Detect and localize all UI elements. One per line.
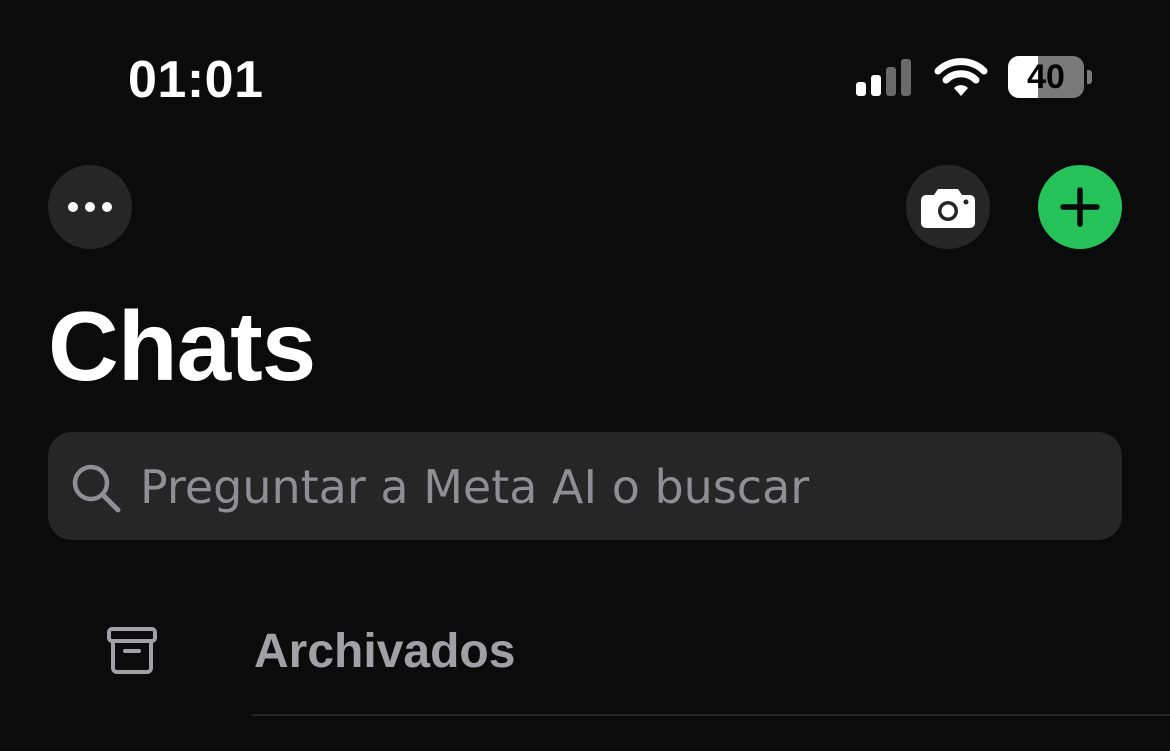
search-input[interactable] [140, 452, 1100, 522]
archived-row[interactable]: Archivados [0, 600, 1170, 710]
more-options-button[interactable] [48, 165, 132, 249]
page-title: Chats [48, 291, 316, 401]
divider [252, 714, 1170, 716]
archived-label: Archivados [254, 625, 516, 678]
wifi-icon [934, 58, 988, 96]
battery-cap [1087, 70, 1092, 84]
archive-icon [107, 627, 157, 674]
search-icon [72, 464, 121, 513]
new-chat-button[interactable] [1038, 165, 1122, 249]
camera-icon [921, 189, 975, 228]
plus-icon [1060, 187, 1100, 227]
signal-icon [856, 59, 911, 96]
battery-icon: 40 [1008, 56, 1092, 100]
battery-level: 40 [1027, 58, 1065, 96]
chats-screen: 01:01 40 Chats Preguntar a Meta AI o bus… [0, 0, 1170, 751]
ellipsis-icon [68, 202, 112, 212]
camera-button[interactable] [906, 165, 990, 249]
battery-body: 40 [1008, 56, 1084, 98]
status-time: 01:01 [128, 51, 264, 109]
